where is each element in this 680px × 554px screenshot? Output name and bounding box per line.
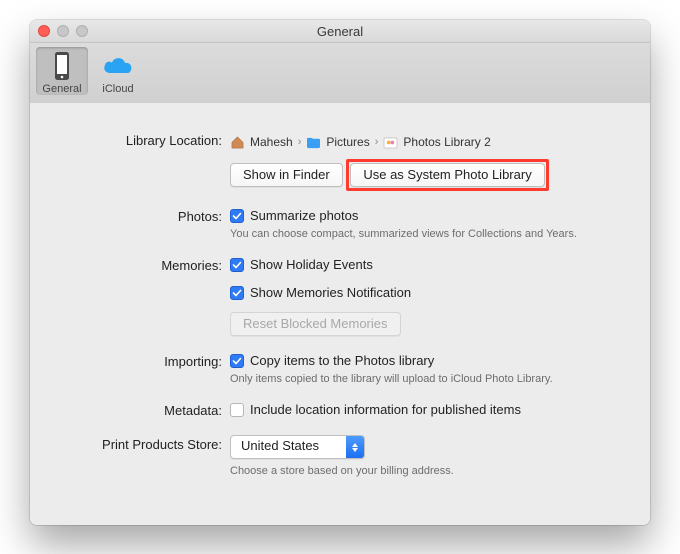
row-library-location: Library Location: Mahesh › Pictures › Ph… [54,131,626,191]
check-icon [232,288,242,298]
cloud-icon [101,55,135,77]
store-hint: Choose a store based on your billing add… [230,465,626,477]
tab-label: General [38,83,86,95]
check-icon [232,211,242,221]
reset-blocked-memories-button: Reset Blocked Memories [230,312,401,336]
label-importing: Importing: [54,352,230,369]
crumb-library: Photos Library 2 [403,135,490,149]
general-icon [51,51,73,81]
chevron-right-icon: › [375,136,379,148]
summarize-photos-label: Summarize photos [250,207,358,225]
show-holiday-events-checkbox[interactable] [230,258,244,272]
show-holiday-events-label: Show Holiday Events [250,256,373,274]
row-metadata: Metadata: Include location information f… [54,401,626,419]
tab-general[interactable]: General [36,47,88,95]
stepper-arrows-icon [346,436,364,458]
select-value: United States [231,436,346,458]
preferences-window: General General [30,20,650,525]
close-icon[interactable] [38,25,50,37]
home-icon [230,136,245,149]
row-print-products-store: Print Products Store: United States Choo… [54,435,626,477]
annotation-highlight: Use as System Photo Library [346,159,548,191]
photos-library-icon [383,136,398,149]
general-pane: Library Location: Mahesh › Pictures › Ph… [30,103,650,525]
label-print-products-store: Print Products Store: [54,435,230,452]
copy-items-label: Copy items to the Photos library [250,352,434,370]
tab-icloud[interactable]: iCloud [92,47,144,95]
titlebar: General [30,20,650,43]
crumb-home: Mahesh [250,135,293,149]
summarize-photos-checkbox[interactable] [230,209,244,223]
label-photos: Photos: [54,207,230,224]
folder-icon [306,136,321,149]
window-title: General [317,24,363,39]
minimize-icon [57,25,69,37]
include-location-checkbox[interactable] [230,403,244,417]
label-metadata: Metadata: [54,401,230,418]
zoom-icon [76,25,88,37]
use-as-system-photo-library-button[interactable]: Use as System Photo Library [350,163,544,187]
label-library-location: Library Location: [54,131,230,148]
copy-items-checkbox[interactable] [230,354,244,368]
show-memories-notification-label: Show Memories Notification [250,284,411,302]
summarize-photos-hint: You can choose compact, summarized views… [230,228,626,240]
crumb-folder: Pictures [326,135,369,149]
row-memories: Memories: Show Holiday Events Show Memor… [54,256,626,336]
row-importing: Importing: Copy items to the Photos libr… [54,352,626,385]
include-location-label: Include location information for publish… [250,401,521,419]
show-memories-notification-checkbox[interactable] [230,286,244,300]
toolbar: General iCloud [30,43,650,108]
label-memories: Memories: [54,256,230,273]
row-photos: Photos: Summarize photos You can choose … [54,207,626,240]
check-icon [232,356,242,366]
check-icon [232,260,242,270]
breadcrumb: Mahesh › Pictures › Photos Library 2 [230,133,626,151]
print-products-store-select[interactable]: United States [230,435,365,459]
importing-hint: Only items copied to the library will up… [230,373,626,385]
tab-label: iCloud [94,83,142,95]
chevron-right-icon: › [298,136,302,148]
show-in-finder-button[interactable]: Show in Finder [230,163,343,187]
